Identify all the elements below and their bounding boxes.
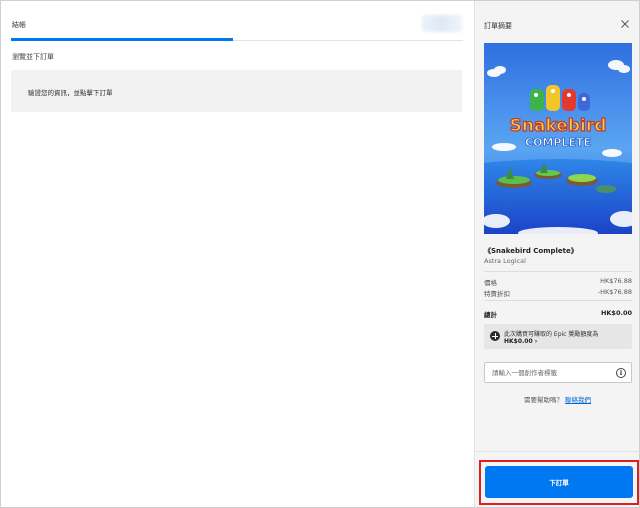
order-summary-title: 訂單摘要	[484, 22, 512, 30]
info-text: 驗證您的資訊，並點擊下訂單	[28, 89, 113, 97]
price-label: 價格	[484, 279, 497, 287]
discount-value: -HK$76.88	[597, 288, 632, 296]
game-cover-image: Snakebird COMPLETE	[484, 43, 632, 234]
total-row: 總計 HK$0.00	[484, 309, 632, 319]
total-value: HK$0.00	[600, 309, 632, 317]
total-label: 總計	[484, 311, 497, 319]
publisher-name: Astra Logical	[484, 257, 526, 265]
epic-rewards-box[interactable]: 此次購買可賺取的 Epic 獎勵額度為 HK$0.00 ›	[484, 324, 632, 349]
account-chip[interactable]	[422, 15, 462, 32]
creator-tag-input[interactable]	[484, 362, 632, 383]
place-order-button[interactable]: 下訂單	[485, 466, 633, 498]
svg-text:COMPLETE: COMPLETE	[525, 136, 591, 149]
info-icon[interactable]: i	[616, 368, 626, 378]
tab-checkout[interactable]: 結帳	[12, 20, 26, 30]
checkout-subtitle: 瀏覽並下訂單	[12, 53, 54, 61]
tab-active-indicator	[11, 38, 233, 41]
discount-label: 特賣折扣	[484, 290, 510, 298]
close-icon[interactable]	[618, 17, 632, 31]
discount-row: 特賣折扣 -HK$76.88	[484, 288, 632, 298]
divider	[484, 300, 632, 301]
info-box: 驗證您的資訊，並點擊下訂單	[11, 70, 462, 112]
svg-text:Snakebird: Snakebird	[510, 116, 607, 136]
plus-circle-icon	[490, 331, 500, 341]
reward-text: 此次購買可賺取的 Epic 獎勵額度為	[504, 331, 599, 338]
game-title: 《Snakebird Complete》	[484, 247, 578, 255]
reward-amount: HK$0.00 ›	[504, 338, 538, 345]
contact-us-link[interactable]: 聯絡我們	[565, 396, 591, 404]
divider	[475, 451, 640, 452]
price-value: HK$76.88	[600, 277, 632, 285]
order-summary-panel: 訂單摘要 Snakebird COMPLETE 《Snakebird Compl…	[474, 1, 640, 507]
divider	[484, 271, 632, 272]
help-line: 需要幫助嗎？ 聯絡我們	[475, 394, 640, 404]
price-row: 價格 HK$76.88	[484, 277, 632, 287]
help-text: 需要幫助嗎？	[523, 396, 563, 404]
checkout-panel: 結帳 瀏覽並下訂單 驗證您的資訊，並點擊下訂單	[1, 1, 474, 507]
